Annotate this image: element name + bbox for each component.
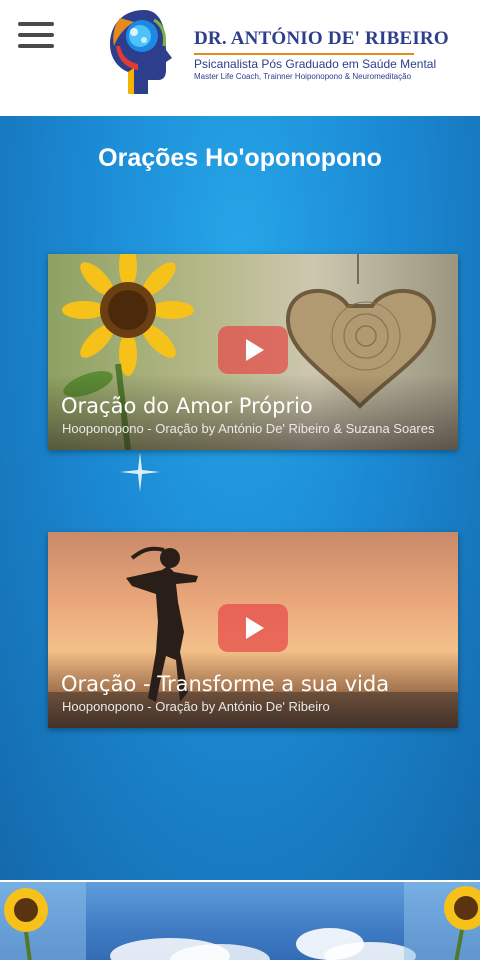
menu-icon-bar	[18, 44, 54, 48]
video-card-amor-proprio[interactable]: Oração do Amor Próprio Hooponopono - Ora…	[48, 254, 458, 450]
play-button[interactable]	[218, 604, 288, 652]
page-title: Orações Ho'oponopono	[98, 144, 382, 172]
menu-button[interactable]	[18, 22, 54, 48]
video-title: Oração - Transforme a sua vida	[61, 672, 390, 696]
sky-sunflower-banner	[0, 882, 480, 960]
brain-head-logo-icon[interactable]	[104, 6, 186, 98]
brand-divider	[194, 53, 414, 55]
play-button[interactable]	[218, 326, 288, 374]
menu-icon-bar	[18, 33, 54, 37]
play-icon	[246, 617, 264, 639]
brand-name: DR. ANTÓNIO DE' RIBEIRO	[194, 28, 449, 49]
brand-tagline: Master Life Coach, Trainner Hoiponopono …	[194, 72, 412, 81]
menu-icon-bar	[18, 22, 54, 26]
video-card-transforme-vida[interactable]: Oração - Transforme a sua vida Hooponopo…	[48, 532, 458, 728]
video-title: Oração do Amor Próprio	[61, 394, 313, 418]
brand-block: DR. ANTÓNIO DE' RIBEIRO Psicanalista Pós…	[194, 28, 474, 81]
video-subtitle: Hooponopono - Oração by António De' Ribe…	[62, 699, 330, 714]
brand-subtitle: Psicanalista Pós Graduado em Saúde Menta…	[194, 57, 437, 71]
main-content: Orações Ho'oponopono Oração do Amor Próp…	[0, 116, 480, 880]
app-header: DR. ANTÓNIO DE' RIBEIRO Psicanalista Pós…	[0, 0, 480, 116]
footer-banner	[0, 880, 480, 960]
sparkle-icon	[120, 452, 160, 492]
video-subtitle: Hooponopono - Oração by António De' Ribe…	[62, 421, 435, 436]
play-icon	[246, 339, 264, 361]
